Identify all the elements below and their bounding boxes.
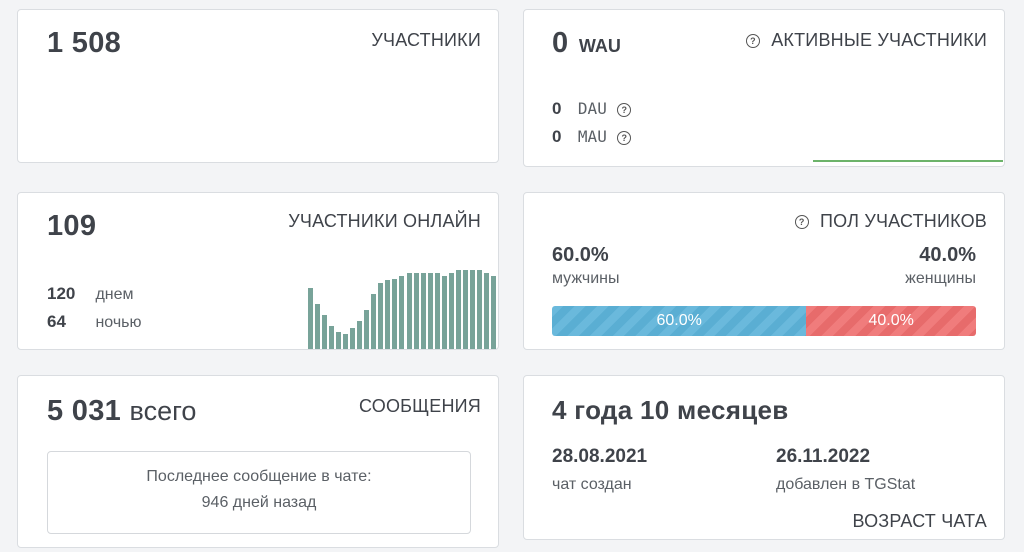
messages-title: СООБЩЕНИЯ bbox=[358, 396, 481, 416]
day-value: 120 bbox=[47, 284, 76, 303]
mau-row: 0 MAU ? bbox=[552, 127, 632, 147]
created-label: чат создан bbox=[552, 476, 632, 493]
dau-label: DAU bbox=[577, 99, 607, 118]
male-segment: 60.0% bbox=[552, 306, 807, 336]
gender-help-icon[interactable]: ? bbox=[794, 215, 809, 230]
online-hour-bar bbox=[462, 270, 468, 349]
day-label: днем bbox=[95, 286, 134, 303]
wau-count: 0 bbox=[552, 27, 569, 59]
male-percent: 60.0% bbox=[552, 244, 609, 266]
activity-sparkline bbox=[813, 160, 1003, 162]
mau-help-icon[interactable]: ? bbox=[617, 130, 632, 145]
online-hour-bar bbox=[455, 270, 461, 349]
members-title: УЧАСТНИКИ bbox=[371, 30, 481, 50]
active-members-header: ? АКТИВНЫЕ УЧАСТНИКИ bbox=[746, 30, 987, 51]
online-hour-bar bbox=[308, 287, 313, 349]
female-segment: 40.0% bbox=[806, 306, 976, 336]
online-hour-bar bbox=[378, 283, 384, 349]
day-row: 120 днем bbox=[47, 284, 134, 304]
gender-card: ? ПОЛ УЧАСТНИКОВ 60.0% мужчины 40.0% жен… bbox=[523, 192, 1005, 350]
online-hour-bar bbox=[329, 326, 335, 349]
night-value: 64 bbox=[47, 312, 66, 331]
online-hour-bar bbox=[476, 270, 482, 349]
online-hour-bar bbox=[350, 328, 356, 349]
messages-suffix: всего bbox=[129, 396, 197, 426]
last-message-ago: 946 дней назад bbox=[201, 494, 317, 511]
members-count: 1 508 bbox=[47, 27, 122, 59]
messages-card: 5 031 всего СООБЩЕНИЯ Последнее сообщени… bbox=[17, 375, 499, 548]
online-hour-bar bbox=[343, 333, 349, 349]
online-hour-bar bbox=[448, 272, 454, 349]
online-hour-bar bbox=[392, 278, 398, 349]
night-label: ночью bbox=[95, 314, 142, 331]
online-hour-bar bbox=[399, 275, 405, 349]
created-date: 28.08.2021 bbox=[552, 446, 648, 467]
online-hour-bar bbox=[469, 270, 475, 349]
online-title: УЧАСТНИКИ ОНЛАЙН bbox=[288, 211, 481, 231]
male-label: мужчины bbox=[552, 270, 620, 287]
dau-row: 0 DAU ? bbox=[552, 99, 632, 119]
chat-age-card: 4 года 10 месяцев 28.08.2021 чат создан … bbox=[523, 375, 1005, 540]
active-members-title: АКТИВНЫЕ УЧАСТНИКИ bbox=[771, 30, 987, 50]
online-hour-bar bbox=[371, 294, 377, 349]
online-hour-bar bbox=[434, 272, 440, 349]
online-hour-bar bbox=[385, 280, 391, 349]
gender-title: ПОЛ УЧАСТНИКОВ bbox=[819, 211, 987, 231]
online-hour-bar bbox=[427, 272, 433, 349]
help-icon[interactable]: ? bbox=[746, 34, 761, 49]
online-hour-bar bbox=[336, 332, 342, 349]
chat-age-title: ВОЗРАСТ ЧАТА bbox=[852, 511, 987, 531]
online-hour-bar bbox=[483, 272, 489, 349]
wau-unit: WAU bbox=[578, 36, 621, 56]
online-hour-bar bbox=[357, 320, 363, 349]
online-hour-bar bbox=[441, 275, 447, 349]
online-card: 109 УЧАСТНИКИ ОНЛАЙН 120 днем 64 ночью bbox=[17, 192, 499, 350]
chat-age-value: 4 года 10 месяцев bbox=[552, 395, 789, 425]
online-hour-bar bbox=[315, 303, 321, 349]
night-row: 64 ночью bbox=[47, 312, 142, 332]
last-message-box: Последнее сообщение в чате: 946 дней наз… bbox=[47, 451, 471, 534]
added-label: добавлен в TGStat bbox=[776, 476, 916, 493]
online-count: 109 bbox=[47, 210, 97, 242]
mau-value: 0 bbox=[552, 127, 562, 146]
last-message-caption: Последнее сообщение в чате: bbox=[146, 468, 372, 485]
dau-value: 0 bbox=[552, 99, 562, 118]
dau-help-icon[interactable]: ? bbox=[617, 102, 632, 117]
gender-header: ? ПОЛ УЧАСТНИКОВ bbox=[794, 211, 987, 232]
online-hourly-chart bbox=[308, 255, 498, 349]
online-hour-bar bbox=[364, 309, 370, 349]
gender-ratio-bar: 60.0% 40.0% bbox=[552, 306, 976, 336]
active-members-card: 0 WAU ? АКТИВНЫЕ УЧАСТНИКИ 0 DAU ? 0 MAU… bbox=[523, 9, 1005, 167]
female-label: женщины bbox=[905, 270, 976, 287]
messages-count: 5 031 bbox=[47, 395, 122, 427]
female-percent: 40.0% bbox=[919, 244, 976, 266]
online-hour-bar bbox=[406, 272, 412, 349]
members-card: 1 508 УЧАСТНИКИ bbox=[17, 9, 499, 163]
added-date: 26.11.2022 bbox=[776, 446, 871, 467]
online-hour-bar bbox=[413, 272, 419, 349]
online-hour-bar bbox=[490, 275, 496, 349]
mau-label: MAU bbox=[577, 127, 607, 146]
online-hour-bar bbox=[420, 272, 426, 349]
online-hour-bar bbox=[322, 315, 328, 349]
